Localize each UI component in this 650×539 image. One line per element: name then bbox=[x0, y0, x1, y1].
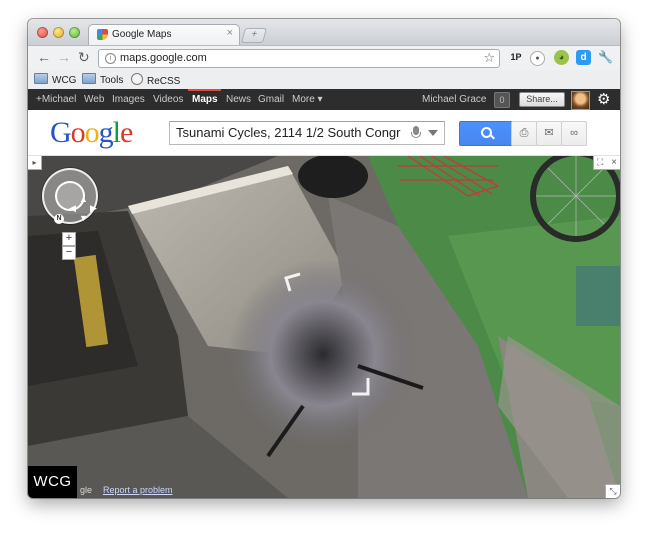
email-button[interactable]: ✉ bbox=[536, 121, 562, 146]
title-bar: Google Maps × + bbox=[28, 19, 620, 46]
microphone-icon[interactable] bbox=[411, 126, 421, 138]
gbar-link-plus-michael[interactable]: +Michael bbox=[36, 94, 76, 105]
pan-control[interactable]: ▲ ▼ ◀ ▶ bbox=[42, 168, 98, 224]
bookmark-label: Tools bbox=[100, 75, 124, 86]
tab-close-icon[interactable]: × bbox=[227, 27, 233, 39]
maps-search-header: Google Tsunami Cycles, 2114 1/2 South Co… bbox=[28, 110, 620, 156]
logo-letter: g bbox=[98, 116, 114, 149]
page-info-icon[interactable]: i bbox=[105, 53, 116, 64]
gear-icon[interactable]: ⚙ bbox=[597, 90, 610, 108]
compass-north-icon[interactable]: N bbox=[54, 214, 64, 224]
forward-arrow-icon[interactable]: → bbox=[57, 50, 71, 64]
bookmark-star-icon[interactable]: ☆ bbox=[483, 50, 495, 66]
search-button[interactable] bbox=[459, 121, 513, 146]
logo-letter: G bbox=[50, 116, 72, 149]
link-button[interactable]: ∞ bbox=[561, 121, 587, 146]
logo-letter: e bbox=[120, 116, 133, 149]
search-icon bbox=[481, 127, 492, 138]
gbar-link-more[interactable]: More ▾ bbox=[292, 94, 323, 105]
folder-icon bbox=[34, 73, 48, 84]
report-problem-link[interactable]: Report a problem bbox=[103, 485, 173, 495]
panorama-window-controls: ⛶ × bbox=[593, 156, 620, 170]
pan-left-icon[interactable]: ◀ bbox=[69, 204, 76, 213]
logo-letter: o bbox=[84, 116, 100, 149]
new-tab-button[interactable]: + bbox=[240, 28, 268, 43]
active-section-indicator bbox=[188, 89, 221, 91]
pan-down-icon[interactable]: ▼ bbox=[79, 214, 88, 223]
1password-icon[interactable]: 1P bbox=[508, 50, 524, 65]
tab-title: Google Maps bbox=[112, 29, 172, 40]
window-zoom-button[interactable] bbox=[69, 27, 80, 38]
google-bar: +Michael Web Images Videos Maps News Gma… bbox=[28, 89, 620, 110]
pan-control-ring[interactable]: ▲ ▼ ◀ ▶ bbox=[55, 181, 97, 223]
pan-up-icon[interactable]: ▲ bbox=[79, 195, 88, 204]
gbar-link-news[interactable]: News bbox=[226, 94, 251, 105]
zoom-in-button[interactable]: + bbox=[62, 232, 76, 246]
user-name[interactable]: Michael Grace bbox=[422, 94, 486, 105]
street-view-panorama[interactable]: ▸ ▲ ▼ ◀ ▶ N + − ⛶ × gle Report a problem… bbox=[28, 156, 620, 498]
logo-letter: o bbox=[70, 116, 86, 149]
d-extension-icon[interactable]: d bbox=[576, 50, 591, 65]
bookmark-folder-tools[interactable]: Tools bbox=[82, 73, 123, 86]
resize-icon[interactable]: ⤡ bbox=[605, 484, 620, 498]
address-bar[interactable]: i maps.google.com ☆ bbox=[98, 49, 500, 68]
gbar-link-videos[interactable]: Videos bbox=[153, 94, 183, 105]
window-close-button[interactable] bbox=[37, 27, 48, 38]
gbar-link-web[interactable]: Web bbox=[84, 94, 104, 105]
record-icon[interactable]: ● bbox=[530, 51, 545, 66]
chevron-down-icon[interactable] bbox=[428, 130, 438, 136]
bookmark-recss[interactable]: ReCSS bbox=[131, 73, 180, 87]
expand-icon[interactable]: ⛶ bbox=[597, 156, 603, 169]
back-arrow-icon[interactable]: ← bbox=[37, 50, 51, 64]
share-button[interactable]: Share... bbox=[519, 92, 565, 107]
bookmark-label: ReCSS bbox=[147, 76, 181, 87]
gbar-link-maps[interactable]: Maps bbox=[192, 94, 218, 105]
window-minimize-button[interactable] bbox=[53, 27, 64, 38]
zoom-out-button[interactable]: − bbox=[62, 246, 76, 260]
google-logo[interactable]: Google bbox=[50, 115, 133, 151]
notification-count[interactable]: 0 bbox=[494, 92, 510, 108]
gbar-link-images[interactable]: Images bbox=[112, 94, 145, 105]
wrench-icon[interactable]: 🔧 bbox=[598, 50, 613, 65]
browser-window: Google Maps × + ← → ↻ i maps.google.com … bbox=[28, 19, 620, 498]
browser-tab-google-maps[interactable]: Google Maps × bbox=[88, 24, 240, 46]
reload-icon[interactable]: ↻ bbox=[78, 50, 90, 64]
browser-toolbar: ← → ↻ i maps.google.com ☆ 1P ● ◕ d 🔧 bbox=[28, 45, 620, 70]
search-query[interactable]: Tsunami Cycles, 2114 1/2 South Congr bbox=[176, 125, 406, 140]
address-url[interactable]: maps.google.com bbox=[120, 52, 207, 64]
wcg-watermark: WCG bbox=[28, 466, 77, 498]
bookmark-folder-wcg[interactable]: WCG bbox=[34, 73, 76, 86]
street-view-image bbox=[28, 156, 620, 498]
logo-letter: l bbox=[112, 116, 121, 149]
copyright-text: gle bbox=[80, 485, 93, 495]
google-maps-favicon bbox=[97, 29, 108, 40]
pan-right-icon[interactable]: ▶ bbox=[90, 204, 97, 213]
frog-icon[interactable]: ◕ bbox=[554, 50, 569, 65]
gbar-link-gmail[interactable]: Gmail bbox=[258, 94, 284, 105]
bookmark-label: WCG bbox=[52, 75, 77, 86]
print-button[interactable]: ⎙ bbox=[511, 121, 537, 146]
folder-icon bbox=[82, 73, 96, 84]
side-panel-toggle-icon[interactable]: ▸ bbox=[28, 156, 42, 170]
bookmarks-bar: WCG Tools ReCSS bbox=[28, 70, 620, 90]
search-input[interactable]: Tsunami Cycles, 2114 1/2 South Congr bbox=[169, 121, 445, 145]
avatar[interactable] bbox=[571, 91, 590, 110]
close-icon[interactable]: × bbox=[611, 156, 617, 169]
globe-icon bbox=[131, 73, 143, 85]
